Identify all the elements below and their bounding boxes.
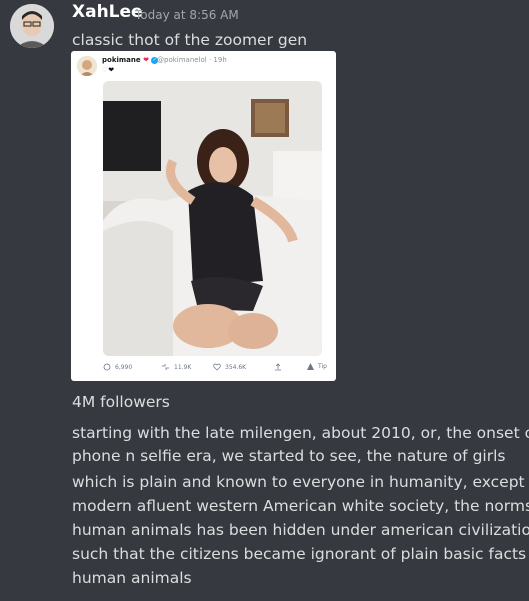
- user-avatar[interactable]: [10, 4, 54, 48]
- message-para2-line1: which is plain and known to everyone in …: [72, 473, 529, 491]
- message-timestamp: Today at 8:56 AM: [135, 8, 239, 22]
- message-text: classic thot of the zoomer gen: [72, 31, 308, 49]
- share-icon: [274, 363, 282, 371]
- message-para1-line2: phone n selfie era, we started to see, t…: [72, 447, 506, 465]
- tip-icon: [307, 363, 314, 370]
- tweet-author-name: pokimane ❤ ✓: [102, 56, 159, 64]
- message-para2-line4: such that the citizens became ignorant o…: [72, 545, 529, 563]
- message-followers-text: 4M followers: [72, 393, 170, 411]
- heart-icon: [213, 363, 221, 371]
- reply-count: 6,990: [103, 363, 132, 371]
- tweet-photo: [103, 81, 322, 356]
- message-para2-line3: human animals has been hidden under amer…: [72, 521, 529, 539]
- reply-icon: [103, 363, 111, 371]
- message-para2-line2: modern afluent western American white so…: [72, 497, 529, 515]
- message-author[interactable]: XahLee: [72, 2, 143, 22]
- tweet-embed-image[interactable]: pokimane ❤ ✓ @pokimanelol · 19h ♡❤ 6,990…: [71, 51, 336, 381]
- message-para2-line5: human animals: [72, 569, 192, 587]
- tip-button: Tip: [307, 363, 327, 370]
- message-para1-line1: starting with the late milengen, about 2…: [72, 424, 529, 442]
- tweet-avatar: [77, 56, 97, 76]
- like-count: 354.6K: [213, 363, 246, 371]
- tweet-handle: @pokimanelol · 19h: [157, 56, 227, 64]
- tweet-emoji-text: ♡❤: [102, 66, 115, 74]
- retweet-icon: [162, 364, 169, 370]
- retweet-count: 11.9K: [161, 363, 191, 371]
- tweet-actions: 6,990 11.9K 354.6K Tip: [103, 363, 328, 375]
